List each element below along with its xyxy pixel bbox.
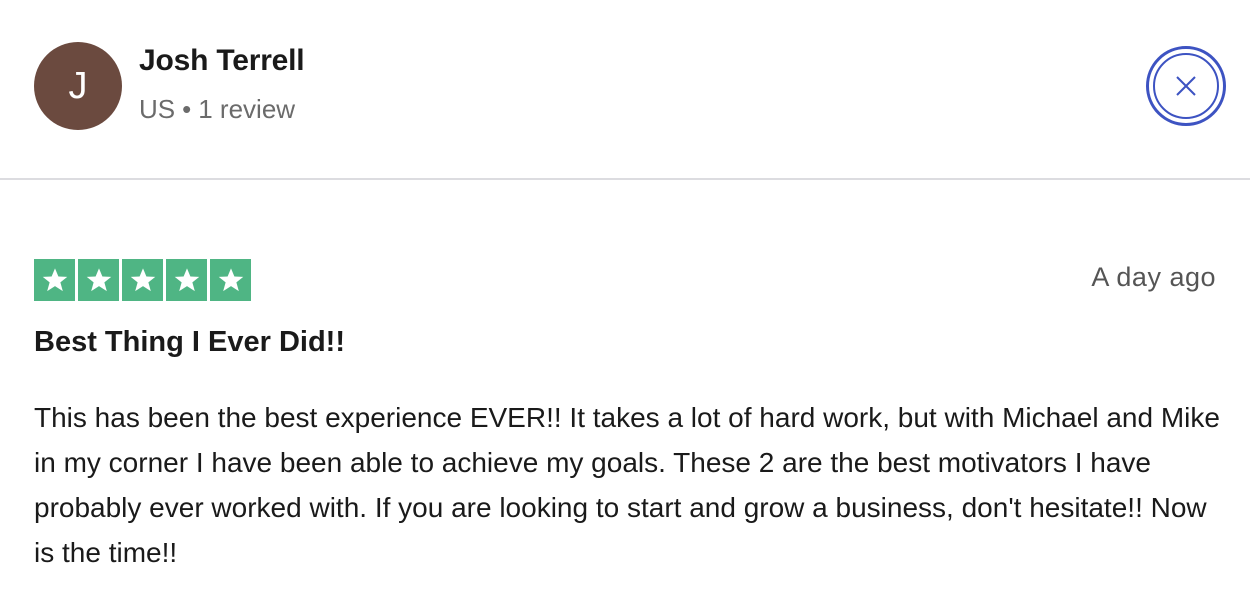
star-icon: [122, 259, 163, 301]
star-icon: [166, 259, 207, 301]
star-icon: [78, 259, 119, 301]
review-title: Best Thing I Ever Did!!: [34, 326, 345, 358]
close-icon: [1176, 76, 1196, 96]
close-button[interactable]: [1146, 46, 1226, 126]
review-count: 1 review: [198, 94, 296, 124]
star-rating: [34, 259, 251, 301]
reviewer-header: J Josh Terrell US • 1 review: [0, 0, 1250, 180]
reviewer-country: US: [139, 94, 176, 124]
meta-separator: •: [182, 94, 192, 124]
star-icon: [34, 259, 75, 301]
avatar: J: [34, 42, 122, 130]
review-body: This has been the best experience EVER!!…: [34, 402, 1220, 568]
star-icon: [210, 259, 251, 301]
reviewer-meta: US • 1 review: [139, 94, 295, 125]
close-button-ring: [1153, 53, 1219, 119]
avatar-initial: J: [68, 65, 88, 107]
reviewer-name[interactable]: Josh Terrell: [139, 44, 305, 78]
review-date: A day ago: [1091, 262, 1216, 292]
